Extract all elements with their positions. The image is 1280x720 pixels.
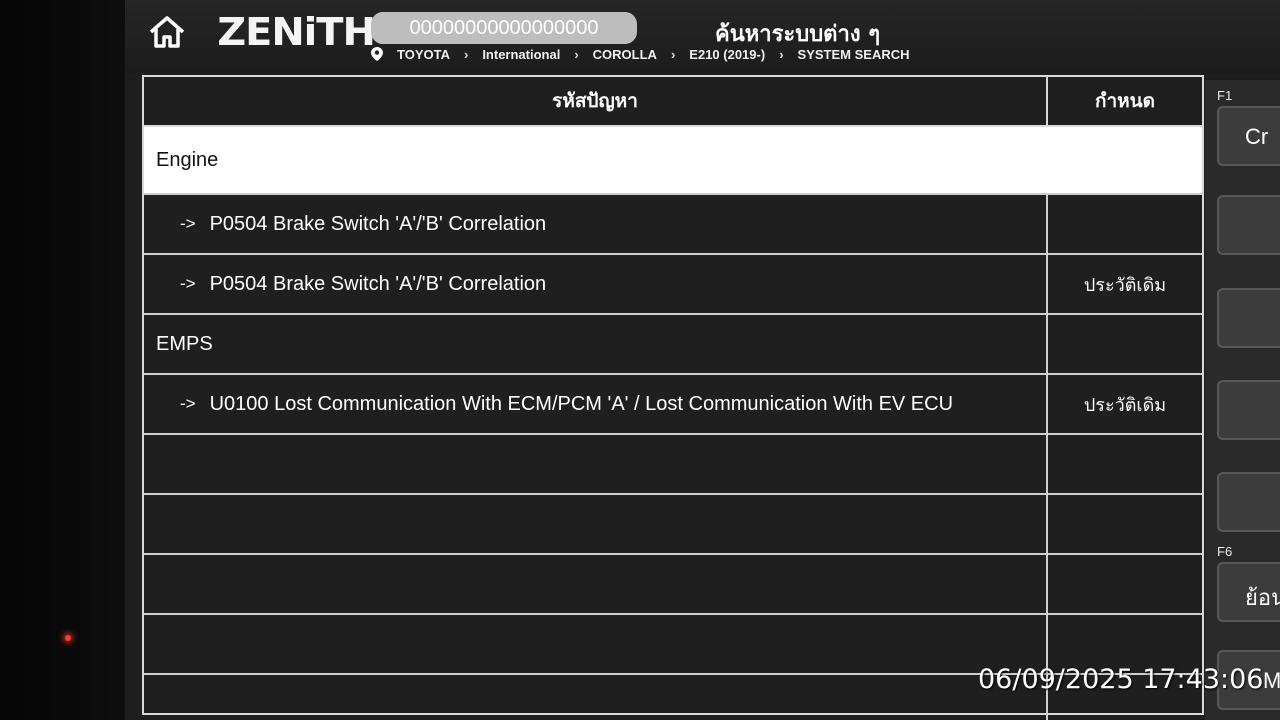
f6-label: ย้อน bbox=[1245, 585, 1280, 610]
status-cell: ประวัติเดิม bbox=[1083, 394, 1167, 416]
code-cell: Engine bbox=[144, 127, 1048, 193]
status-cell bbox=[1048, 435, 1202, 493]
f2-button[interactable] bbox=[1217, 195, 1280, 255]
table-row[interactable]: -> P0504 Brake Switch 'A'/'B' Correlation bbox=[144, 195, 1202, 255]
photo-timestamp: 06/09/2025 17:43:06 bbox=[978, 664, 1264, 695]
table-group-row[interactable]: EMPS bbox=[144, 315, 1202, 375]
breadcrumb-region[interactable]: International bbox=[482, 47, 560, 62]
code-cell: -> P0504 Brake Switch 'A'/'B' Correlation bbox=[144, 255, 1048, 313]
function-key-panel: F1 Cr F6 ย้อน Mo bbox=[1205, 80, 1280, 720]
f3-button[interactable] bbox=[1217, 288, 1280, 348]
f1-button[interactable]: F1 Cr bbox=[1217, 88, 1280, 166]
table-row bbox=[144, 435, 1202, 495]
status-cell bbox=[1048, 195, 1202, 253]
f6-key-number: F6 bbox=[1217, 544, 1233, 559]
home-icon bbox=[149, 16, 185, 48]
power-led bbox=[65, 635, 71, 641]
status-cell bbox=[1048, 495, 1202, 553]
f5-button[interactable] bbox=[1217, 472, 1280, 532]
table-row bbox=[144, 495, 1202, 555]
table-row bbox=[144, 555, 1202, 615]
f1-key-number: F1 bbox=[1217, 88, 1233, 103]
arrow-right-icon: -> bbox=[180, 214, 196, 233]
table-row[interactable]: -> P0504 Brake Switch 'A'/'B' Correlation… bbox=[144, 255, 1202, 315]
arrow-right-icon: -> bbox=[180, 394, 196, 413]
breadcrumb-model[interactable]: COROLLA bbox=[593, 47, 657, 62]
photo-frame: ZENiTH 00000000000000000 TOYOTA › Intern… bbox=[0, 0, 1280, 720]
code-cell bbox=[144, 495, 1048, 553]
table-group-row[interactable]: Engine bbox=[144, 127, 1202, 195]
code-text: U0100 Lost Communication With ECM/PCM 'A… bbox=[209, 392, 954, 415]
code-cell: -> U0100 Lost Communication With ECM/PCM … bbox=[144, 375, 1048, 433]
f7-label: Mo bbox=[1263, 668, 1280, 693]
column-header-status: กำหนด bbox=[1094, 90, 1156, 112]
chevron-right-icon: › bbox=[574, 46, 579, 62]
code-cell bbox=[144, 675, 1048, 720]
table-header: รหัสปัญหา กำหนด bbox=[144, 77, 1202, 127]
code-text: Engine bbox=[156, 148, 219, 171]
status-cell bbox=[1048, 127, 1202, 193]
table-body: Engine -> P0504 Brake Switch 'A'/'B' Corre… bbox=[144, 127, 1202, 720]
f6-button[interactable]: F6 ย้อน bbox=[1217, 544, 1280, 622]
header-bar: ZENiTH 00000000000000000 TOYOTA › Intern… bbox=[125, 0, 1280, 74]
device-bezel bbox=[0, 0, 128, 720]
status-cell: ประวัติเดิม bbox=[1083, 274, 1167, 296]
breadcrumb-make[interactable]: TOYOTA bbox=[397, 47, 450, 62]
page-title: ค้นหาระบบต่าง ๆ bbox=[715, 22, 881, 47]
scanner-screen: ZENiTH 00000000000000000 TOYOTA › Intern… bbox=[125, 0, 1280, 720]
chevron-right-icon: › bbox=[463, 46, 469, 62]
f1-label: Cr bbox=[1245, 124, 1269, 149]
code-text: P0504 Brake Switch 'A'/'B' Correlation bbox=[209, 212, 547, 235]
code-cell: -> P0504 Brake Switch 'A'/'B' Correlation bbox=[144, 195, 1048, 253]
code-cell bbox=[144, 555, 1048, 613]
dtc-table: รหัสปัญหา กำหนด Engine -> P0504 Brake Swit… bbox=[142, 75, 1204, 720]
code-text: P0504 Brake Switch 'A'/'B' Correlation bbox=[209, 272, 547, 295]
f4-button[interactable] bbox=[1217, 380, 1280, 440]
column-header-code: รหัสปัญหา bbox=[144, 77, 1048, 125]
code-cell bbox=[144, 615, 1048, 673]
chevron-right-icon: › bbox=[670, 46, 676, 62]
location-pin-icon bbox=[371, 47, 383, 61]
home-button[interactable] bbox=[147, 14, 187, 50]
table-row[interactable]: -> U0100 Lost Communication With ECM/PCM … bbox=[144, 375, 1202, 435]
code-cell: EMPS bbox=[144, 315, 1048, 373]
arrow-right-icon: -> bbox=[180, 274, 196, 293]
status-cell bbox=[1048, 555, 1202, 613]
code-cell bbox=[144, 435, 1048, 493]
code-text: EMPS bbox=[156, 332, 213, 355]
status-cell bbox=[1048, 315, 1202, 373]
brand-logo: ZENiTH bbox=[217, 10, 376, 54]
vin-display: 00000000000000000 bbox=[371, 12, 637, 44]
